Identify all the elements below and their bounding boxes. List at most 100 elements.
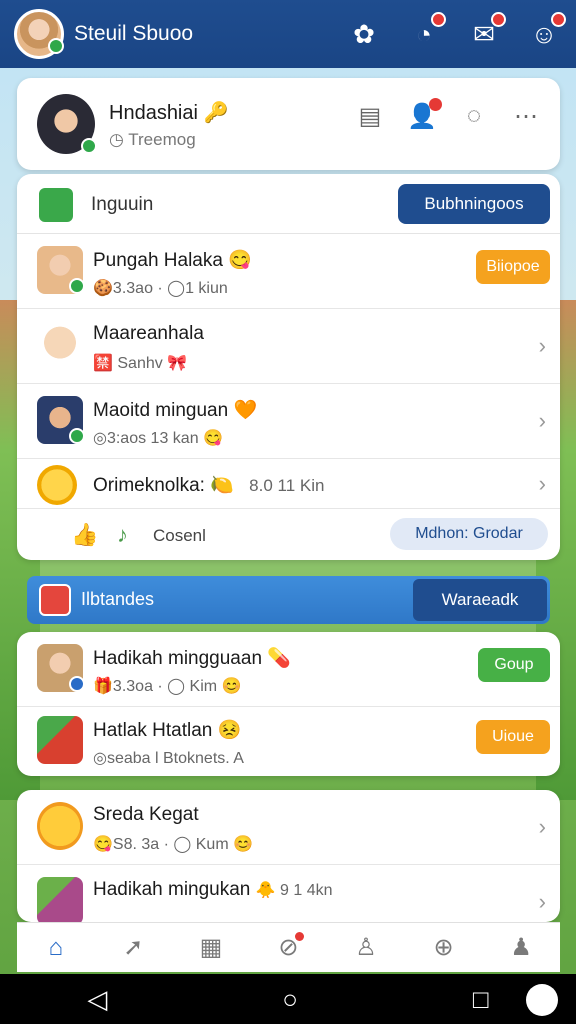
notification-icon[interactable]: ◔ <box>406 12 446 52</box>
verified-badge-icon <box>69 676 85 692</box>
mascot-icon[interactable]: ☺ <box>526 12 566 52</box>
banner-button[interactable]: Waraeadk <box>413 579 547 621</box>
message-icon[interactable]: ✉ <box>466 12 506 52</box>
list-item-title: Orimeknolka: 🍋 8.0 11 Kin <box>93 473 324 497</box>
list-item[interactable]: Pungah Halaka 😋 🍪3.3ao · ◯1 kiun Biiopoe <box>17 234 560 309</box>
verified-badge-icon <box>81 138 97 154</box>
list-item-title: Hatlak Htatlan 😣 <box>93 718 241 742</box>
group-button[interactable]: Goup <box>478 648 550 682</box>
list-item-title-text: Hadikah mingguaan <box>93 648 263 669</box>
footer-pill-button[interactable]: Mdhon: Grodar <box>390 518 548 550</box>
chevron-right-icon: › <box>538 333 546 358</box>
share-icon[interactable]: ➚ <box>113 928 153 968</box>
app-title: Steuil Sbuoo <box>74 22 194 45</box>
groups-icon[interactable]: ⊘ <box>268 928 308 968</box>
emoji-avatar <box>37 802 83 850</box>
bottom-navigation: ⌂ ➚ ▦ ⊘ ♙ ⊕ ♟ <box>17 922 560 972</box>
clock-icon: ◷ <box>109 130 124 149</box>
list-item[interactable]: Maareanhala 🈲 Sanhv 🎀 › <box>17 309 560 384</box>
avatar <box>37 396 85 444</box>
list-item-meta: 8.0 11 Kin <box>249 476 325 495</box>
home-circle-icon[interactable]: ○ <box>282 984 298 1015</box>
verified-badge-icon <box>69 278 85 294</box>
gift-icon <box>37 877 83 925</box>
section-action-button[interactable]: Bubhningoos <box>398 184 550 224</box>
back-icon[interactable]: ◁ <box>87 984 107 1015</box>
list-item-subtitle: ◎seaba l Btoknets. A <box>93 750 244 767</box>
chevron-right-icon: › <box>538 814 546 839</box>
profile-status: ◷ Treemog <box>109 130 196 150</box>
chevron-right-icon: › <box>538 408 546 433</box>
notification-badge <box>431 12 446 27</box>
home-icon[interactable]: ⌂ <box>36 928 76 968</box>
list-item-title-text: Hatlak Htatlan <box>93 720 213 741</box>
section-icon <box>39 188 73 222</box>
list-item-meta: 🐥 9 1 4kn <box>255 882 333 899</box>
banner-label: Ilbtandes <box>81 589 155 609</box>
music-note-icon[interactable]: ♪ <box>117 522 128 548</box>
chat-icon[interactable]: ◌ <box>458 100 490 132</box>
more-icon[interactable]: ⋯ <box>510 100 542 132</box>
account-icon[interactable]: ♟ <box>501 928 541 968</box>
groups-card: Hadikah mingguaan 💊 🎁3.3oa · ◯ Kim 😊 Gou… <box>17 632 560 776</box>
section-header: Inguuin Bubhningoos <box>17 174 560 234</box>
list-item[interactable]: Maoitd minguan 🧡 ◎3:aos 13 kan 😋 › <box>17 384 560 459</box>
add-icon[interactable]: ⊕ <box>424 928 464 968</box>
list-item-button[interactable]: Biiopoe <box>476 250 550 284</box>
list-item-title: Pungah Halaka 😋 <box>93 248 252 272</box>
top-app-bar: Steuil Sbuoo ✿ ◔ ✉ ☺ <box>0 0 576 68</box>
emoji-icon: 🍋 <box>210 475 234 496</box>
verified-badge-icon <box>48 38 64 54</box>
star-coin-icon <box>37 465 77 505</box>
list-item-title-text: Pungah Halaka <box>93 250 223 271</box>
list-footer: 👍 ♪ Cosenl Mdhon: Grodar <box>17 508 560 560</box>
profile-name: Hndashiai 🔑 <box>109 100 228 125</box>
emoji-icon: 😋 <box>228 250 252 271</box>
list-item[interactable]: Hadikah mingukan 🐥 9 1 4kn › <box>17 865 560 925</box>
flower-icon[interactable]: ✿ <box>346 16 382 52</box>
group-button[interactable]: Uioue <box>476 720 550 754</box>
list-item-title-text: Orimeknolka: <box>93 475 205 496</box>
list-item[interactable]: Hatlak Htatlan 😣 ◎seaba l Btoknets. A Ui… <box>17 704 560 779</box>
message-badge <box>491 12 506 27</box>
list-item[interactable]: Sreda Kegat 😋S8. 3a · ◯ Kum 😊 › <box>17 790 560 865</box>
banner-icon <box>39 584 71 616</box>
section-banner: Ilbtandes Waraeadk <box>27 576 550 624</box>
mascot-badge <box>551 12 566 27</box>
list-item-title: Maoitd minguan 🧡 <box>93 398 257 422</box>
list-item-subtitle: 🍪3.3ao · ◯1 kiun <box>93 280 228 297</box>
recents-icon[interactable]: □ <box>473 984 489 1015</box>
avatar <box>37 644 85 692</box>
list-item-title: Maareanhala <box>93 323 204 344</box>
chevron-right-icon: › <box>538 471 546 496</box>
contacts-card: Inguuin Bubhningoos Pungah Halaka 😋 🍪3.3… <box>17 174 560 560</box>
mascot-avatar <box>37 321 83 369</box>
avatar <box>37 246 85 294</box>
profile-icon[interactable]: ♙ <box>346 928 386 968</box>
emoji-icon: 😣 <box>217 720 242 741</box>
list-item-subtitle: 🎁3.3oa · ◯ Kim 😊 <box>93 678 242 695</box>
list-item[interactable]: Orimeknolka: 🍋 8.0 11 Kin › <box>17 459 560 509</box>
card-icon[interactable]: ▤ <box>354 100 386 132</box>
profile-status-text: Treemog <box>128 130 196 149</box>
assistant-icon[interactable] <box>526 984 558 1016</box>
key-emoji-icon: 🔑 <box>203 102 229 124</box>
profile-card: Hndashiai 🔑 ◷ Treemog ▤ 👤 ◌ ⋯ <box>17 78 560 170</box>
thumbs-up-icon[interactable]: 👍 <box>71 522 98 548</box>
gift-icon <box>37 716 83 764</box>
system-navigation-bar: ◁ ○ □ <box>0 974 576 1024</box>
profile-name-text: Hndashiai <box>109 102 198 124</box>
section-label: Inguuin <box>91 194 154 215</box>
calendar-icon[interactable]: ▦ <box>191 928 231 968</box>
verified-badge-icon <box>69 428 85 444</box>
user-avatar[interactable] <box>14 9 64 59</box>
list-item-title-text: Hadikah mingukan <box>93 879 251 900</box>
footer-text: Cosenl <box>153 526 206 545</box>
groups-badge <box>295 931 305 941</box>
friend-request-icon[interactable]: 👤 <box>406 98 442 132</box>
list-item-title: Sreda Kegat <box>93 804 199 825</box>
profile-avatar[interactable] <box>37 94 97 154</box>
list-item-title-text: Maoitd minguan <box>93 400 229 421</box>
list-item[interactable]: Hadikah mingguaan 💊 🎁3.3oa · ◯ Kim 😊 Gou… <box>17 632 560 707</box>
friend-request-badge <box>429 98 442 111</box>
